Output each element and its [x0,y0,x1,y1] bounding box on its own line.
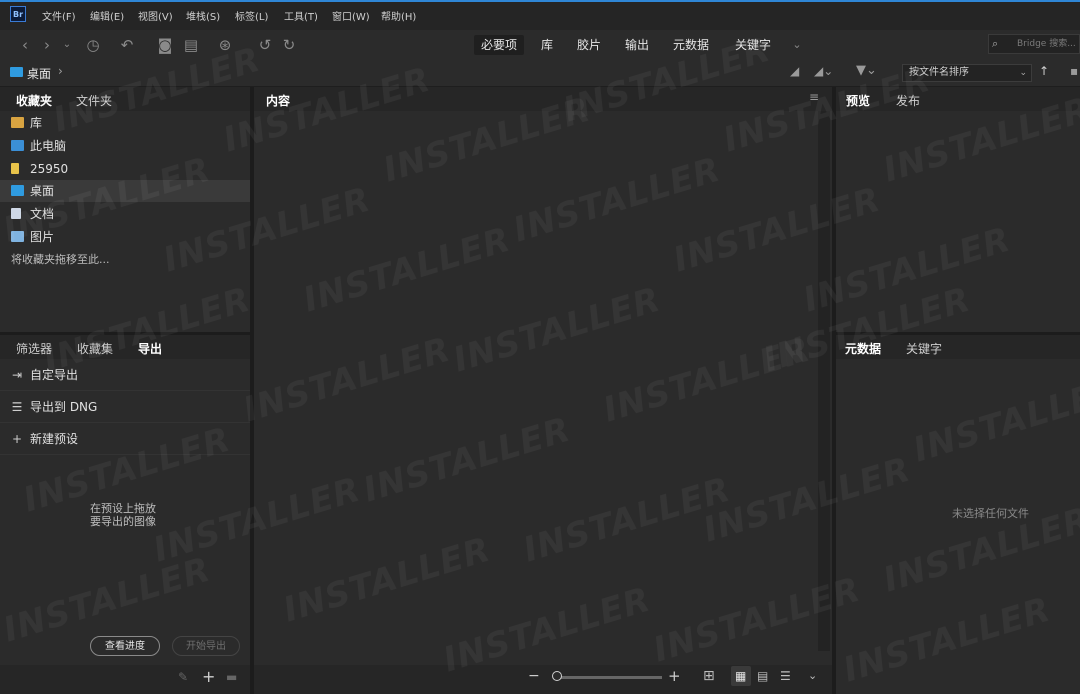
tab-publish[interactable]: 发布 [896,92,920,109]
content-panel [254,87,832,665]
favorite-label: 此电脑 [30,139,67,153]
search-input[interactable]: Bridge 搜索... [988,34,1080,54]
delete-icon[interactable]: ▪ [1070,64,1078,78]
menu-window[interactable]: 窗口(W) [332,8,370,23]
desktop-icon [10,67,23,77]
rotate-right-icon[interactable]: ↻ [280,36,298,54]
favorite-label: 文档 [30,207,55,221]
menu-edit[interactable]: 编辑(E) [90,8,124,23]
tab-export[interactable]: 导出 [138,340,162,357]
bridge-app-icon[interactable]: Br [10,6,26,22]
favorite-library[interactable]: 库 [0,112,250,134]
favorites-drop-hint: 将收藏夹拖移至此... [11,253,110,266]
rating-filter-icon[interactable]: ◢⌄ [814,64,833,78]
export-item-label: 新建预设 [30,432,79,446]
get-photos-from-camera-icon[interactable]: ◙ [156,36,174,54]
preview-panel [836,87,1080,332]
favorite-label: 25950 [30,162,69,176]
menu-view[interactable]: 视图(V) [138,8,173,23]
tab-metadata[interactable]: 元数据 [845,340,881,357]
export-icon: ⇥ [11,368,23,382]
search-icon[interactable]: ⌕ [992,37,998,51]
chevron-down-icon[interactable]: ⌄ [58,36,76,54]
menu-label[interactable]: 标签(L) [235,8,268,23]
export-custom[interactable]: ⇥ 自定导出 [0,360,250,391]
workspace-output[interactable]: 输出 [618,35,656,55]
thumbnail-view-icon: ▦ [735,669,747,683]
content-scrollbar[interactable] [818,111,830,651]
lock-grid-icon[interactable]: ⊞ [703,668,715,684]
list-view-icon[interactable]: ☰ [780,669,791,683]
trash-icon[interactable]: ▬ [226,670,237,684]
workspace-keywords[interactable]: 关键字 [728,35,778,55]
panel-menu-icon[interactable]: ≡ [809,90,819,104]
zoom-in-icon[interactable]: + [668,667,681,685]
menu-file[interactable]: 文件(F) [42,8,76,23]
favorite-25950[interactable]: 25950 [0,158,250,180]
favorite-label: 图片 [30,230,55,244]
computer-icon [11,140,24,151]
document-icon [11,208,21,219]
menu-help[interactable]: 帮助(H) [381,8,416,23]
zoom-out-icon[interactable]: − [528,668,540,684]
favorite-pictures[interactable]: 图片 [0,226,250,248]
chevron-down-icon: ⌄ [1019,68,1027,78]
thumbnail-size-slider[interactable] [558,676,662,679]
desktop-icon [11,185,24,196]
tab-filter[interactable]: 筛选器 [16,340,52,357]
sort-select[interactable]: 按文件名排序 ⌄ [902,64,1032,82]
workspace-more-icon[interactable]: ⌄ [788,36,806,54]
menu-stack[interactable]: 堆栈(S) [186,8,220,23]
start-export-button[interactable]: 开始导出 [172,636,240,656]
tab-preview[interactable]: 预览 [846,92,870,109]
image-icon [11,231,24,242]
no-file-selected-text: 未选择任何文件 [952,507,1029,520]
new-preset[interactable]: + 新建预设 [0,424,250,455]
tab-collections[interactable]: 收藏集 [77,340,113,357]
rotate-left-icon[interactable]: ↺ [256,36,274,54]
open-in-camera-raw-icon[interactable]: ⊛ [216,36,234,54]
sort-label: 按文件名排序 [909,67,969,78]
plus-icon: + [11,432,23,446]
sort-direction-icon[interactable]: ↑ [1039,64,1049,78]
export-drop-hint-line2: 要导出的图像 [90,515,156,528]
workspace-metadata[interactable]: 元数据 [666,35,716,55]
slider-handle[interactable] [552,671,562,681]
tab-folders[interactable]: 文件夹 [76,92,112,109]
folder-icon [11,117,24,128]
forward-icon[interactable]: › [38,36,56,54]
content-title: 内容 [266,94,291,108]
user-folder-icon [11,163,19,174]
recent-history-icon[interactable]: ◷ [84,36,102,54]
list-icon: ☰ [11,400,23,414]
export-item-label: 自定导出 [30,368,79,382]
menu-tools[interactable]: 工具(T) [284,8,318,23]
export-to-dng[interactable]: ☰ 导出到 DNG [0,392,250,423]
breadcrumb-separator[interactable]: › [58,64,63,78]
refine-icon[interactable]: ▤ [182,36,200,54]
workspace-essentials[interactable]: 必要项 [474,35,525,55]
tab-favorites[interactable]: 收藏夹 [16,92,52,109]
favorite-documents[interactable]: 文档 [0,203,250,225]
export-item-label: 导出到 DNG [30,400,98,414]
workspace-libraries[interactable]: 库 [534,35,560,55]
view-progress-button[interactable]: 查看进度 [90,636,160,656]
favorite-label: 桌面 [30,184,55,198]
edit-icon[interactable]: ✎ [178,670,188,684]
tab-keywords[interactable]: 关键字 [906,340,942,357]
filter-items-icon[interactable]: ▼⌄ [856,63,877,78]
quality-icon[interactable]: ◢ [790,64,799,78]
favorite-this-pc[interactable]: 此电脑 [0,135,250,157]
back-icon[interactable]: ‹ [16,36,34,54]
favorite-label: 库 [30,116,43,130]
workspace-filmstrip[interactable]: 胶片 [570,35,608,55]
content-panel-header [254,87,832,111]
return-to-photoshop-icon[interactable]: ↶ [118,36,136,54]
preview-panel-header [836,87,1080,111]
favorite-desktop[interactable]: 桌面 [0,180,250,202]
details-view-icon[interactable]: ▤ [757,669,768,683]
chevron-down-icon[interactable]: ⌄ [808,669,817,682]
breadcrumb-desktop[interactable]: 桌面 [27,65,51,82]
add-preset-icon[interactable]: + [202,667,215,686]
